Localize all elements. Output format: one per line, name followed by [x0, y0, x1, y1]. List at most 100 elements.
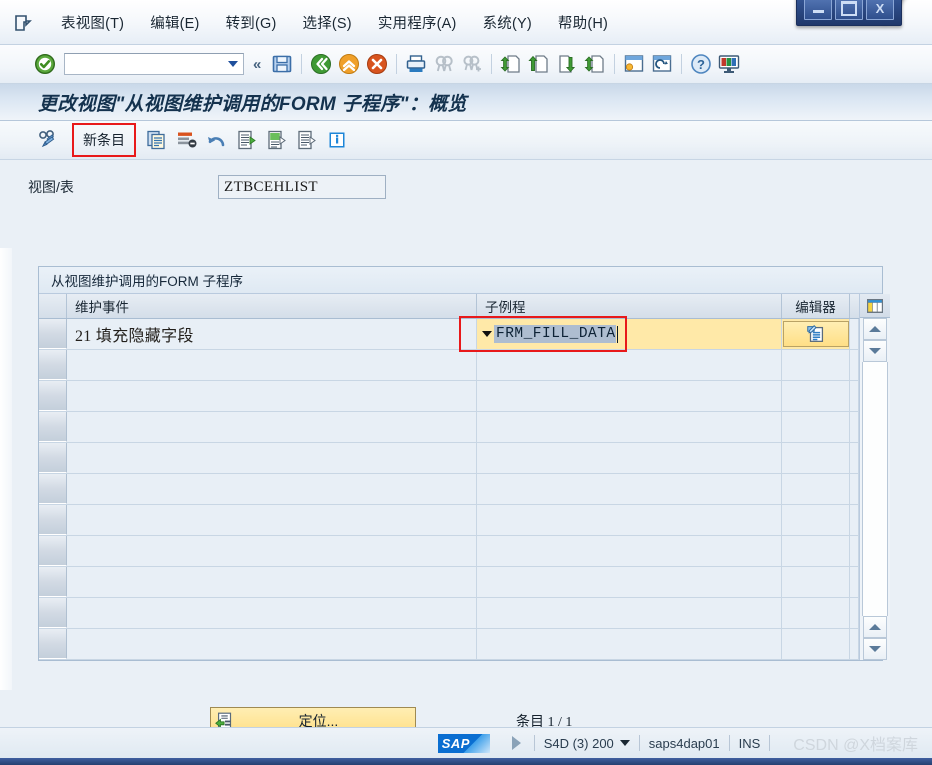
system-menu-icon[interactable]: [14, 13, 36, 33]
select-all-icon[interactable]: [235, 128, 259, 152]
field-dropdown-icon[interactable]: [482, 331, 492, 337]
cell-editor[interactable]: [782, 536, 850, 566]
cell-editor[interactable]: [782, 567, 850, 597]
toolbar-expand-icon[interactable]: «: [253, 56, 261, 73]
next-page-icon[interactable]: [555, 52, 579, 76]
close-button[interactable]: X: [866, 0, 894, 20]
back-icon[interactable]: [309, 52, 333, 76]
scroll-page-down-button[interactable]: [863, 638, 887, 660]
row-selector[interactable]: [39, 350, 67, 380]
cell-subroutine[interactable]: [477, 381, 782, 411]
row-selector[interactable]: [39, 567, 67, 597]
last-page-icon[interactable]: [583, 52, 607, 76]
row-selector[interactable]: [39, 412, 67, 442]
menu-item-table-view[interactable]: 表视图(T): [48, 9, 137, 36]
menu-item-help[interactable]: 帮助(H): [545, 9, 621, 36]
copy-as-icon[interactable]: [145, 128, 169, 152]
previous-page-icon[interactable]: [527, 52, 551, 76]
cell-editor[interactable]: [782, 381, 850, 411]
table-row-empty[interactable]: [39, 443, 859, 474]
customize-local-layout-icon[interactable]: [717, 52, 741, 76]
column-header-subroutine[interactable]: 子例程: [477, 294, 782, 318]
cell-maintenance-event[interactable]: [67, 536, 477, 566]
cell-subroutine[interactable]: [477, 536, 782, 566]
subroutine-input-value[interactable]: FRM_FILL_DATA: [494, 325, 616, 343]
cell-maintenance-event[interactable]: [67, 443, 477, 473]
delete-icon[interactable]: [175, 128, 199, 152]
table-row[interactable]: 21 填充隐藏字段 FRM_FILL_DATA: [39, 319, 859, 350]
cell-editor[interactable]: [782, 350, 850, 380]
cell-maintenance-event[interactable]: [67, 505, 477, 535]
cell-subroutine[interactable]: [477, 598, 782, 628]
cancel-icon[interactable]: [365, 52, 389, 76]
editor-button[interactable]: [782, 321, 849, 347]
scroll-down-button[interactable]: [863, 340, 887, 362]
exit-icon[interactable]: [337, 52, 361, 76]
menu-item-goto[interactable]: 转到(G): [213, 9, 290, 36]
check-glasses-icon[interactable]: [37, 128, 61, 152]
table-row-empty[interactable]: [39, 381, 859, 412]
column-header-maintenance-event[interactable]: 维护事件: [67, 294, 477, 318]
command-dropdown-icon[interactable]: [228, 61, 238, 67]
session-indicator[interactable]: [511, 736, 525, 750]
cell-subroutine[interactable]: [477, 412, 782, 442]
cell-maintenance-event[interactable]: [67, 381, 477, 411]
scroll-up-button[interactable]: [863, 318, 887, 340]
undo-icon[interactable]: [205, 128, 229, 152]
row-selector[interactable]: [39, 629, 67, 659]
column-header-editor[interactable]: 编辑器: [782, 294, 850, 318]
cell-maintenance-event[interactable]: [67, 474, 477, 504]
cell-subroutine[interactable]: [477, 474, 782, 504]
cell-editor[interactable]: [782, 443, 850, 473]
help-icon[interactable]: ?: [689, 52, 713, 76]
maximize-button[interactable]: [835, 0, 863, 20]
table-row-empty[interactable]: [39, 505, 859, 536]
table-row-empty[interactable]: [39, 629, 859, 660]
system-info[interactable]: S4D (3) 200: [544, 736, 630, 751]
table-row-empty[interactable]: [39, 567, 859, 598]
cell-subroutine[interactable]: [477, 629, 782, 659]
row-selector[interactable]: [39, 505, 67, 535]
cell-maintenance-event[interactable]: [67, 629, 477, 659]
menu-item-utilities[interactable]: 实用程序(A): [365, 9, 470, 36]
cell-maintenance-event[interactable]: [67, 412, 477, 442]
cell-editor[interactable]: [782, 412, 850, 442]
table-settings-button[interactable]: [860, 294, 890, 318]
create-shortcut-icon[interactable]: [650, 52, 674, 76]
cell-maintenance-event[interactable]: [67, 567, 477, 597]
cell-maintenance-event[interactable]: 21 填充隐藏字段: [67, 319, 477, 349]
row-selector[interactable]: [39, 319, 67, 349]
cell-editor[interactable]: [782, 474, 850, 504]
table-row-empty[interactable]: [39, 474, 859, 505]
cell-subroutine[interactable]: [477, 350, 782, 380]
row-selector[interactable]: [39, 381, 67, 411]
print-icon[interactable]: [404, 52, 428, 76]
table-row-empty[interactable]: [39, 536, 859, 567]
cell-subroutine[interactable]: [477, 505, 782, 535]
cell-subroutine[interactable]: [477, 443, 782, 473]
row-selector[interactable]: [39, 598, 67, 628]
first-page-icon[interactable]: [499, 52, 523, 76]
select-block-icon[interactable]: [265, 128, 289, 152]
cell-subroutine[interactable]: [477, 567, 782, 597]
new-entry-button[interactable]: 新条目: [74, 127, 134, 153]
cell-subroutine[interactable]: FRM_FILL_DATA: [477, 319, 782, 349]
menu-item-system[interactable]: 系统(Y): [470, 9, 545, 36]
create-session-icon[interactable]: [622, 52, 646, 76]
menu-item-selection[interactable]: 选择(S): [290, 9, 365, 36]
cell-editor[interactable]: [782, 598, 850, 628]
row-selector[interactable]: [39, 536, 67, 566]
table-row-empty[interactable]: [39, 350, 859, 381]
table-row-empty[interactable]: [39, 412, 859, 443]
scroll-track[interactable]: [862, 362, 888, 616]
minimize-button[interactable]: [804, 0, 832, 20]
chevron-down-icon[interactable]: [619, 740, 630, 746]
insert-mode-indicator[interactable]: INS: [739, 736, 761, 751]
row-selector[interactable]: [39, 474, 67, 504]
enter-ok-icon[interactable]: [34, 53, 56, 75]
menu-item-edit[interactable]: 编辑(E): [137, 9, 212, 36]
scroll-page-up-button[interactable]: [863, 616, 887, 638]
details-icon[interactable]: [325, 128, 349, 152]
column-header-select[interactable]: [39, 294, 67, 318]
cell-editor[interactable]: [782, 505, 850, 535]
